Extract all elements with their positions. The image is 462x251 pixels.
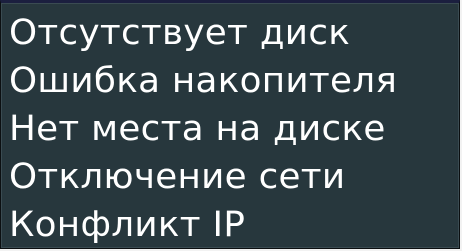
menu-item-storage-error[interactable]: Ошибка накопителя — [9, 57, 453, 105]
event-type-menu: Отсутствует диск Ошибка накопителя Нет м… — [0, 0, 460, 249]
menu-item-no-disk[interactable]: Отсутствует диск — [9, 9, 453, 57]
menu-item-label: Отключение сети — [9, 157, 346, 197]
menu-item-label: Отсутствует диск — [9, 13, 351, 53]
menu-item-label: Конфликт IP — [9, 205, 246, 245]
event-type-list: Отсутствует диск Ошибка накопителя Нет м… — [9, 9, 453, 249]
menu-item-label: Нет места на диске — [9, 109, 386, 149]
menu-item-label: Ошибка накопителя — [9, 61, 398, 101]
menu-item-disk-full[interactable]: Нет места на диске — [9, 105, 453, 153]
menu-item-network-disconnect[interactable]: Отключение сети — [9, 153, 453, 201]
menu-item-ip-conflict[interactable]: Конфликт IP — [9, 201, 453, 249]
